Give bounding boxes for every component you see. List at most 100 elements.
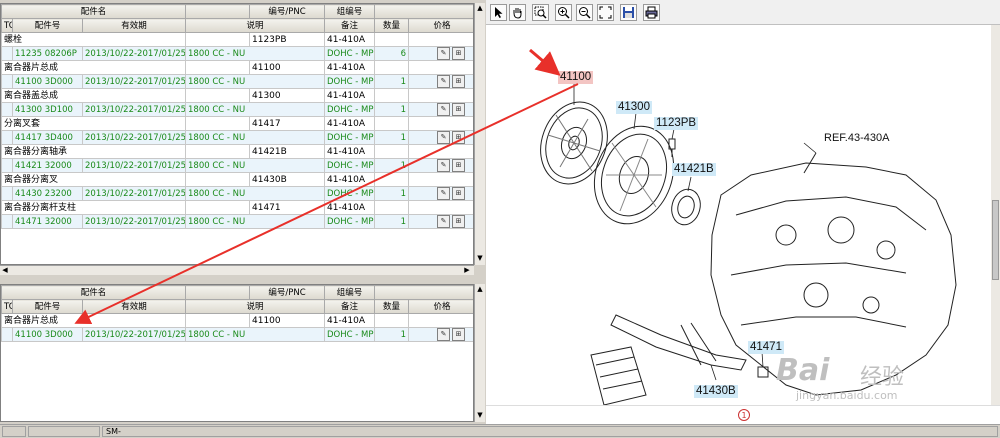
pnc-label-41300[interactable]: 41300 — [616, 101, 652, 114]
table-row[interactable]: 螺栓 1123PB 41-410A — [1, 32, 473, 47]
bearing-drawing — [671, 188, 701, 226]
qty-spacer — [374, 200, 409, 215]
pan-button[interactable] — [509, 4, 526, 21]
table-row[interactable]: 离合器分离轴承 41421B 41-410A — [1, 144, 473, 159]
table-row[interactable]: 41100 3D000 2013/10/22-2017/01/25 1800 CC … — [1, 74, 473, 89]
part-number-cell: 41300 3D100 — [12, 102, 83, 117]
pnc-label-41100[interactable]: 41100 — [558, 71, 594, 84]
edit-pencil-icon[interactable]: ✎ — [437, 131, 450, 144]
col-part-name[interactable]: 配件名 — [1, 285, 186, 300]
table-row[interactable]: 离合器盖总成 41300 41-410A — [1, 88, 473, 103]
save-button[interactable] — [620, 4, 637, 21]
scroll-down-icon[interactable]: ▼ — [475, 410, 485, 420]
pointer-button[interactable] — [490, 4, 507, 21]
add-to-list-icon[interactable]: ⊞ — [452, 75, 465, 88]
col-pnc[interactable]: 编号/PNC — [249, 4, 325, 19]
add-to-list-icon[interactable]: ⊞ — [452, 187, 465, 200]
scroll-right-icon[interactable]: ▶ — [462, 266, 472, 275]
exploded-diagram[interactable]: 41100 41300 1123PB 41421B REF.43-430A 41… — [486, 25, 991, 405]
col-part-name[interactable]: 配件名 — [1, 4, 186, 19]
col-validity[interactable]: 有效期 — [82, 299, 186, 314]
col-price[interactable]: 价格 — [408, 299, 473, 314]
diagram-vscroll[interactable] — [991, 25, 1000, 405]
table-row[interactable]: 41300 3D100 2013/10/22-2017/01/25 1800 CC … — [1, 102, 473, 117]
actions-cell: ✎ ⊞ — [408, 214, 473, 229]
page-indicator[interactable]: 1 — [738, 409, 750, 421]
scroll-thumb[interactable] — [992, 200, 999, 280]
pnc-label-1123pb[interactable]: 1123PB — [654, 117, 699, 130]
fit-screen-icon — [599, 6, 612, 19]
col-validity[interactable]: 有效期 — [82, 18, 186, 33]
col-pnc[interactable]: 编号/PNC — [249, 285, 325, 300]
actions-cell: ✎ ⊞ — [408, 74, 473, 89]
table-row[interactable]: 41421 32000 2013/10/22-2017/01/25 1800 CC … — [1, 158, 473, 173]
scroll-left-icon[interactable]: ◀ — [0, 266, 10, 275]
add-to-list-icon[interactable]: ⊞ — [452, 328, 465, 341]
table-row[interactable]: 离合器分离叉 41430B 41-410A — [1, 172, 473, 187]
parts-grid-hscroll[interactable]: ◀ ▶ — [0, 265, 474, 275]
scroll-down-icon[interactable]: ▼ — [475, 253, 485, 263]
col-description[interactable]: 说明 — [185, 18, 325, 33]
selected-grid-vscroll[interactable]: ▲ ▼ — [474, 284, 485, 422]
edit-pencil-icon[interactable]: ✎ — [437, 103, 450, 116]
table-row[interactable]: 41417 3D400 2013/10/22-2017/01/25 1800 CC … — [1, 130, 473, 145]
table-row[interactable]: 分离叉套 41417 41-410A — [1, 116, 473, 131]
edit-pencil-icon[interactable]: ✎ — [437, 215, 450, 228]
fit-screen-button[interactable] — [597, 4, 614, 21]
parts-grid-vscroll[interactable]: ▲ ▼ — [474, 3, 485, 265]
part-name-cell: 离合器分离叉 — [1, 172, 186, 187]
col-group[interactable]: 组编号 — [324, 4, 375, 19]
zoom-out-button[interactable] — [576, 4, 593, 21]
edit-pencil-icon[interactable]: ✎ — [437, 328, 450, 341]
table-row[interactable]: 11235 08206P 2013/10/22-2017/01/25 1800 CC… — [1, 46, 473, 61]
spacer-cell — [185, 172, 250, 187]
col-quantity[interactable]: 数量 — [374, 299, 409, 314]
table-row[interactable]: 离合器片总成 41100 41-410A — [1, 313, 473, 328]
remark-cell: DOHC - MPI >MAN — [324, 102, 375, 117]
scroll-up-icon[interactable]: ▲ — [475, 3, 485, 13]
table-row[interactable]: 离合器分离杆支柱 41471 41-410A — [1, 200, 473, 215]
pnc-cell: 41421B — [249, 144, 325, 159]
col-desc-spacer — [185, 4, 250, 19]
edit-pencil-icon[interactable]: ✎ — [437, 159, 450, 172]
add-to-list-icon[interactable]: ⊞ — [452, 131, 465, 144]
group-cell: 41-410A — [324, 313, 375, 328]
col-remark[interactable]: 备注 — [324, 299, 375, 314]
add-to-list-icon[interactable]: ⊞ — [452, 103, 465, 116]
validity-cell: 2013/10/22-2017/01/25 — [82, 130, 186, 145]
ref-label[interactable]: REF.43-430A — [822, 132, 891, 145]
col-tc[interactable]: TC — [1, 299, 13, 314]
add-to-list-icon[interactable]: ⊞ — [452, 47, 465, 60]
edit-pencil-icon[interactable]: ✎ — [437, 47, 450, 60]
table-row[interactable]: 41100 3D000 2013/10/22-2017/01/25 1800 CC … — [1, 327, 473, 342]
col-blank — [374, 4, 473, 19]
col-price[interactable]: 价格 — [408, 18, 473, 33]
col-quantity[interactable]: 数量 — [374, 18, 409, 33]
col-tc[interactable]: TC — [1, 18, 13, 33]
table-row[interactable]: 离合器片总成 41100 41-410A — [1, 60, 473, 75]
remark-cell: DOHC - MPI >MAN — [324, 74, 375, 89]
quantity-cell: 1 — [374, 327, 409, 342]
col-group[interactable]: 组编号 — [324, 285, 375, 300]
table-row[interactable]: 41430 23200 2013/10/22-2017/01/25 1800 CC … — [1, 186, 473, 201]
zoom-area-button[interactable] — [532, 4, 549, 21]
spacer-cell — [185, 200, 250, 215]
quantity-cell: 1 — [374, 158, 409, 173]
part-name-cell: 螺栓 — [1, 32, 186, 47]
add-to-list-icon[interactable]: ⊞ — [452, 159, 465, 172]
zoom-in-button[interactable] — [555, 4, 572, 21]
print-button[interactable] — [643, 4, 660, 21]
scroll-up-icon[interactable]: ▲ — [475, 284, 485, 294]
col-remark[interactable]: 备注 — [324, 18, 375, 33]
edit-pencil-icon[interactable]: ✎ — [437, 187, 450, 200]
col-part-number[interactable]: 配件号 — [12, 299, 83, 314]
col-description[interactable]: 说明 — [185, 299, 325, 314]
col-part-number[interactable]: 配件号 — [12, 18, 83, 33]
clutch-disc-drawing — [540, 101, 608, 185]
add-to-list-icon[interactable]: ⊞ — [452, 215, 465, 228]
edit-pencil-icon[interactable]: ✎ — [437, 75, 450, 88]
pnc-label-41421b[interactable]: 41421B — [672, 163, 716, 176]
table-row[interactable]: 41471 32000 2013/10/22-2017/01/25 1800 CC … — [1, 214, 473, 229]
pointer-icon — [495, 7, 503, 18]
pnc-label-41430b[interactable]: 41430B — [694, 385, 738, 398]
